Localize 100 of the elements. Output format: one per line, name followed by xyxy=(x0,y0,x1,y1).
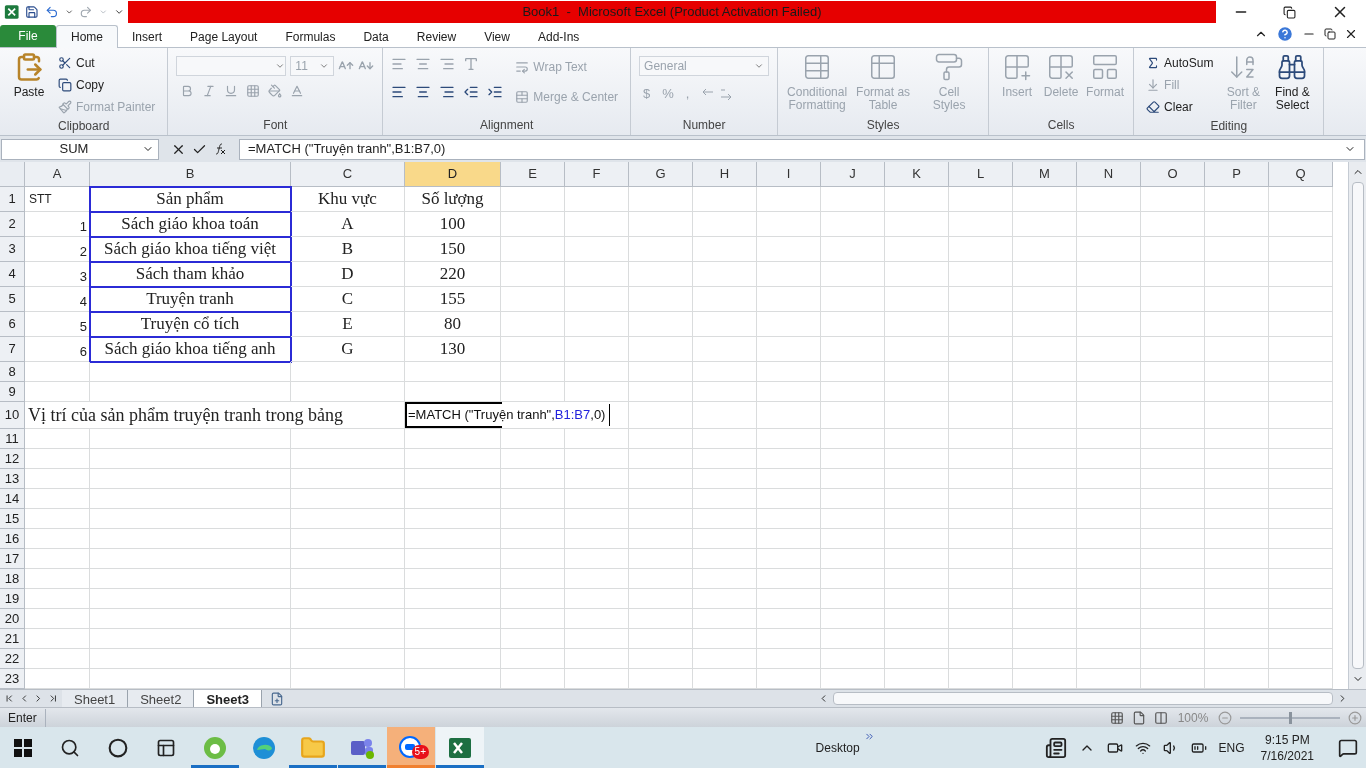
grid-cell[interactable] xyxy=(757,237,821,262)
grid-cell[interactable] xyxy=(1205,212,1269,237)
grid-cell[interactable] xyxy=(501,337,565,362)
grid-cell[interactable] xyxy=(821,569,885,589)
grid-cell[interactable] xyxy=(1077,237,1141,262)
row-header[interactable]: 16 xyxy=(0,529,25,549)
grid-cell[interactable] xyxy=(565,589,629,609)
grid-cell[interactable]: B xyxy=(291,237,405,262)
vertical-scrollbar[interactable] xyxy=(1348,162,1366,689)
grid-cell[interactable] xyxy=(821,382,885,402)
grid-cell[interactable] xyxy=(885,449,949,469)
grid-cell[interactable] xyxy=(1141,187,1205,212)
grid-cell[interactable] xyxy=(757,312,821,337)
row-header[interactable]: 18 xyxy=(0,569,25,589)
grid-cell[interactable] xyxy=(821,549,885,569)
grid-cell[interactable] xyxy=(821,449,885,469)
grid-cell[interactable] xyxy=(757,429,821,449)
grid-cell[interactable] xyxy=(25,549,90,569)
grid-cell[interactable] xyxy=(1077,469,1141,489)
row-header[interactable]: 12 xyxy=(0,449,25,469)
grid-cell[interactable] xyxy=(90,429,291,449)
grid-cell[interactable] xyxy=(1205,187,1269,212)
grid-cell[interactable] xyxy=(565,649,629,669)
notifications-icon[interactable] xyxy=(1338,737,1358,758)
grid-cell[interactable] xyxy=(1269,529,1333,549)
grid-cell[interactable] xyxy=(565,569,629,589)
grid-cell[interactable] xyxy=(693,649,757,669)
grid-cell[interactable]: 3 xyxy=(25,262,90,287)
grid-cell[interactable] xyxy=(821,362,885,382)
grid-cell[interactable]: Vị trí của sản phẩm truyện tranh trong bảng xyxy=(25,402,405,429)
grid-cell[interactable] xyxy=(949,362,1013,382)
grid-cell[interactable] xyxy=(501,529,565,549)
grid-cell[interactable] xyxy=(501,589,565,609)
grid-cell[interactable] xyxy=(1205,589,1269,609)
grid-cell[interactable] xyxy=(885,187,949,212)
cell-editor[interactable]: =MATCH ("Truyện tranh",B1:B7,0) xyxy=(407,404,611,426)
grid-cell[interactable] xyxy=(629,629,693,649)
column-header[interactable]: G xyxy=(629,162,693,187)
grid-cell[interactable] xyxy=(693,337,757,362)
grid-cell[interactable] xyxy=(757,489,821,509)
grid-cell[interactable] xyxy=(25,449,90,469)
grid-cell[interactable] xyxy=(821,589,885,609)
grid-cell[interactable] xyxy=(1205,312,1269,337)
grid-cell[interactable] xyxy=(1013,312,1077,337)
grid-cell[interactable] xyxy=(949,469,1013,489)
grid-cell[interactable] xyxy=(693,262,757,287)
grid-cell[interactable] xyxy=(885,609,949,629)
grid-cell[interactable] xyxy=(1077,489,1141,509)
grid-cell[interactable] xyxy=(565,262,629,287)
grid-cell[interactable] xyxy=(629,187,693,212)
grid-cell[interactable] xyxy=(757,449,821,469)
grid-cell[interactable] xyxy=(1013,509,1077,529)
grid-cell[interactable]: Sách giáo khoa tiếng việt xyxy=(90,237,291,262)
grid-cell[interactable] xyxy=(90,382,291,402)
name-box[interactable]: SUM xyxy=(1,138,159,160)
grid-cell[interactable] xyxy=(949,629,1013,649)
grid-cell[interactable] xyxy=(1269,262,1333,287)
grid-cell[interactable] xyxy=(501,509,565,529)
grid-cell[interactable] xyxy=(949,382,1013,402)
grid-cell[interactable] xyxy=(885,589,949,609)
grid-cell[interactable] xyxy=(1269,509,1333,529)
grid-cell[interactable] xyxy=(1013,529,1077,549)
ribbon-tab[interactable]: Page Layout xyxy=(176,25,272,48)
grid-cell[interactable] xyxy=(885,649,949,669)
grid-cell[interactable] xyxy=(1269,589,1333,609)
grid-cell[interactable] xyxy=(405,449,501,469)
grid-cell[interactable] xyxy=(1269,489,1333,509)
grid-cell[interactable] xyxy=(821,237,885,262)
grid-cell[interactable] xyxy=(25,429,90,449)
row-header[interactable]: 1 xyxy=(0,187,25,212)
grid-cell[interactable] xyxy=(629,429,693,449)
ribbon-tab[interactable]: Insert xyxy=(118,25,177,48)
grid-cell[interactable] xyxy=(1205,569,1269,589)
column-header[interactable]: D xyxy=(405,162,501,187)
grid-cell[interactable] xyxy=(565,429,629,449)
row-header[interactable]: 22 xyxy=(0,649,25,669)
grid-cell[interactable] xyxy=(1077,337,1141,362)
grid-cell[interactable] xyxy=(1077,549,1141,569)
grid-cell[interactable] xyxy=(90,449,291,469)
grid-cell[interactable] xyxy=(1141,509,1205,529)
grid-cell[interactable]: 4 xyxy=(25,287,90,312)
grid-cell[interactable] xyxy=(25,609,90,629)
grid-cell[interactable] xyxy=(1205,629,1269,649)
column-header[interactable]: I xyxy=(757,162,821,187)
grid-cell[interactable] xyxy=(1269,337,1333,362)
grid-cell[interactable] xyxy=(565,187,629,212)
ribbon-button[interactable]: Clear xyxy=(1142,96,1218,118)
column-header[interactable]: B xyxy=(90,162,291,187)
grid-cell[interactable] xyxy=(693,212,757,237)
grid-cell[interactable] xyxy=(291,362,405,382)
grid-cell[interactable]: C xyxy=(291,287,405,312)
grid-cell[interactable] xyxy=(629,549,693,569)
column-header[interactable]: J xyxy=(821,162,885,187)
grid-cell[interactable] xyxy=(1205,549,1269,569)
grid-cell[interactable] xyxy=(885,402,949,429)
grid-cell[interactable]: A xyxy=(291,212,405,237)
grid-cell[interactable]: G xyxy=(291,337,405,362)
normal-view-icon[interactable] xyxy=(1110,710,1124,725)
sheet-tab[interactable]: Sheet1 xyxy=(62,689,129,708)
grid-cell[interactable] xyxy=(1205,382,1269,402)
